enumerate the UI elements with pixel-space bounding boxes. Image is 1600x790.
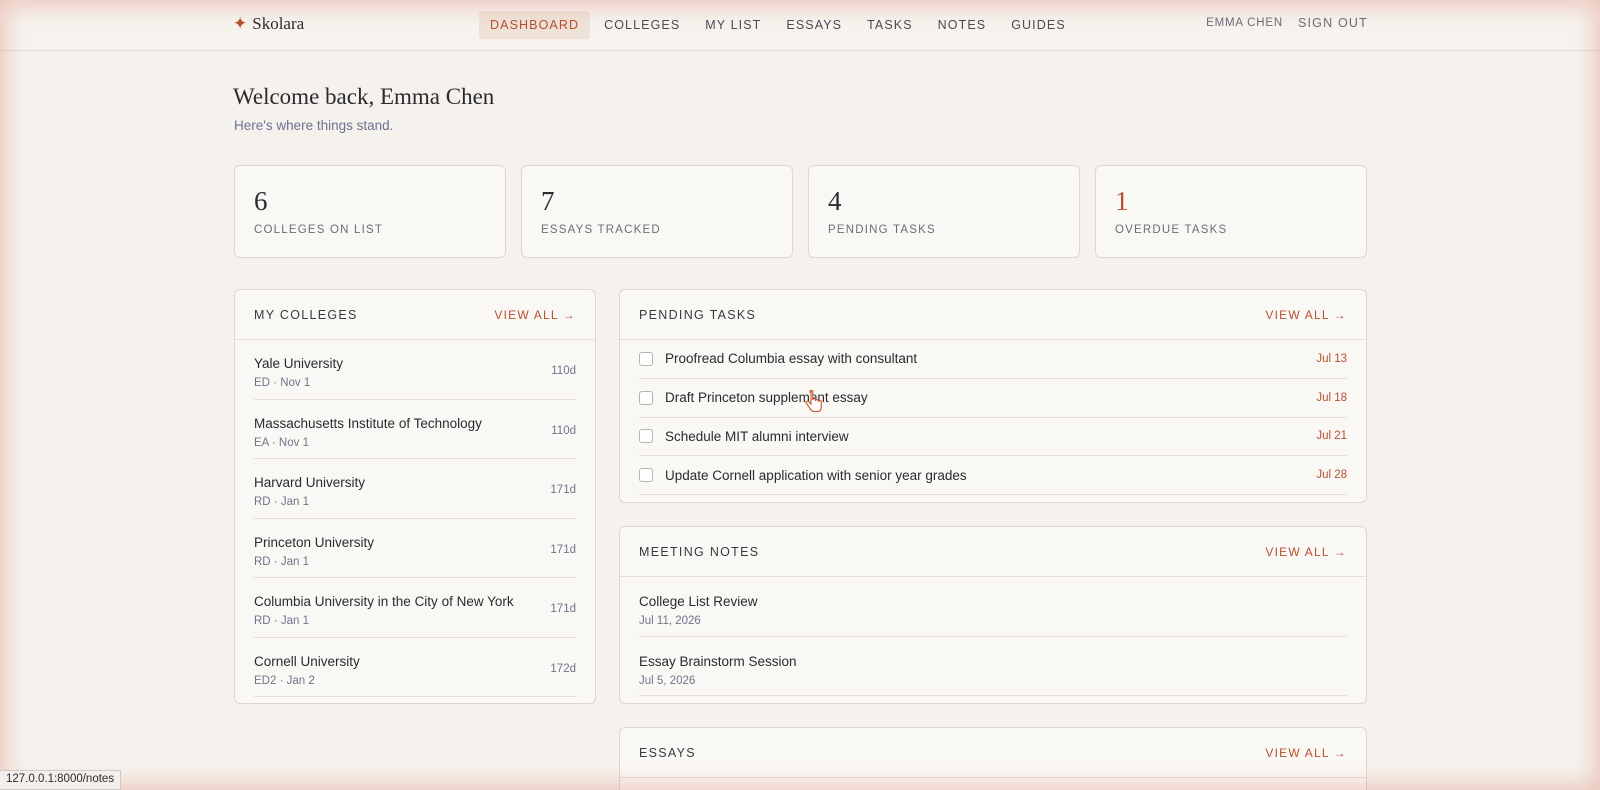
top-navigation: ✦ Skolara DASHBOARD COLLEGES MY LIST ESS… — [0, 0, 1600, 51]
panel-title: PENDING TASKS — [639, 307, 757, 322]
status-bar-url: 127.0.0.1:8000/notes — [0, 770, 122, 790]
nav-tasks[interactable]: TASKS — [856, 11, 924, 39]
brand-logo[interactable]: ✦ Skolara — [233, 14, 304, 34]
task-text[interactable]: Schedule MIT alumni interview — [665, 429, 849, 444]
task-item: Schedule MIT alumni interview Jul 21 — [639, 418, 1347, 457]
stat-value: 6 — [254, 186, 268, 216]
pending-tasks-panel: PENDING TASKS VIEW ALL → Proofread Colum… — [619, 289, 1367, 503]
note-date: Jul 11, 2026 — [639, 615, 701, 627]
stat-label: COLLEGES ON LIST — [254, 224, 384, 236]
panel-title: ESSAYS — [639, 745, 696, 760]
view-all-notes-link[interactable]: VIEW ALL → — [1265, 545, 1347, 559]
nav-dashboard[interactable]: DASHBOARD — [479, 11, 591, 39]
pointer-cursor-icon — [805, 390, 822, 413]
panel-header: ESSAYS VIEW ALL → — [620, 728, 1366, 778]
college-item[interactable]: Harvard University RD · Jan 1 171d — [254, 459, 576, 519]
task-due-date: Jul 28 — [1316, 469, 1347, 482]
panel-header: MY COLLEGES VIEW ALL → — [235, 290, 595, 340]
college-item[interactable]: Princeton University RD · Jan 1 171d — [254, 519, 576, 578]
college-item[interactable]: Yale University ED · Nov 1 110d — [254, 340, 576, 400]
panel-header: PENDING TASKS VIEW ALL → — [620, 290, 1366, 340]
my-colleges-panel: MY COLLEGES VIEW ALL → Yale University E… — [234, 289, 596, 704]
stat-card-pending-tasks: 4 PENDING TASKS — [808, 165, 1080, 258]
days-remaining: 171d — [550, 484, 576, 496]
nav-guides[interactable]: GUIDES — [1000, 11, 1077, 39]
panel-title: MEETING NOTES — [639, 544, 760, 559]
sparkle-icon: ✦ — [233, 14, 248, 33]
note-title: College List Review — [639, 594, 758, 609]
days-remaining: 110d — [551, 365, 576, 377]
nav-notes[interactable]: NOTES — [927, 11, 998, 39]
essays-panel: ESSAYS VIEW ALL → — [619, 727, 1367, 790]
college-item[interactable]: Cornell University ED2 · Jan 2 172d — [254, 638, 576, 697]
nav-my-list[interactable]: MY LIST — [694, 11, 772, 39]
days-remaining: 171d — [550, 543, 576, 556]
nav-user-area: EMMA CHEN SIGN OUT — [1206, 16, 1368, 30]
task-checkbox[interactable] — [639, 468, 653, 483]
college-deadline: ED2 · Jan 2 — [254, 674, 315, 687]
task-checkbox[interactable] — [639, 390, 653, 405]
stat-card-essays: 7 ESSAYS TRACKED — [521, 165, 793, 258]
view-all-essays-link[interactable]: VIEW ALL → — [1265, 746, 1347, 760]
task-checkbox[interactable] — [639, 351, 653, 366]
nav-links: DASHBOARD COLLEGES MY LIST ESSAYS TASKS … — [479, 11, 1080, 39]
college-name: Columbia University in the City of New Y… — [254, 594, 514, 609]
stat-label: ESSAYS TRACKED — [541, 224, 661, 236]
college-deadline: ED · Nov 1 — [254, 377, 311, 389]
stat-card-colleges: 6 COLLEGES ON LIST — [234, 165, 506, 258]
college-item[interactable]: Massachusetts Institute of Technology EA… — [254, 400, 576, 459]
view-all-colleges-link[interactable]: VIEW ALL → — [494, 308, 576, 322]
note-item[interactable]: Essay Brainstorm Session Jul 5, 2026 — [639, 637, 1347, 696]
college-name: Harvard University — [254, 475, 366, 490]
meeting-notes-panel: MEETING NOTES VIEW ALL → College List Re… — [619, 526, 1367, 704]
college-item[interactable]: Columbia University in the City of New Y… — [254, 578, 576, 638]
panel-header: MEETING NOTES VIEW ALL → — [620, 527, 1366, 577]
task-item: Proofread Columbia essay with consultant… — [639, 340, 1347, 379]
task-checkbox[interactable] — [639, 429, 653, 444]
user-name: EMMA CHEN — [1206, 17, 1283, 29]
note-date: Jul 5, 2026 — [639, 674, 696, 687]
stat-value: 7 — [541, 186, 555, 216]
panel-title: MY COLLEGES — [254, 307, 358, 322]
note-item[interactable]: College List Review Jul 11, 2026 — [639, 577, 1347, 637]
nav-colleges[interactable]: COLLEGES — [593, 11, 691, 39]
nav-essays[interactable]: ESSAYS — [775, 11, 853, 39]
task-text[interactable]: Update Cornell application with senior y… — [665, 468, 967, 483]
college-deadline: RD · Jan 1 — [254, 555, 309, 568]
days-remaining: 172d — [550, 662, 576, 675]
college-deadline: EA · Nov 1 — [254, 436, 309, 449]
note-title: Essay Brainstorm Session — [639, 653, 797, 669]
task-due-date: Jul 21 — [1316, 430, 1347, 443]
stat-label: OVERDUE TASKS — [1115, 224, 1228, 236]
task-item: Draft Princeton supplement essay Jul 18 — [639, 379, 1347, 418]
stat-value: 1 — [1115, 186, 1129, 216]
task-item: Update Cornell application with senior y… — [639, 456, 1347, 495]
brand-name: Skolara — [252, 14, 305, 33]
college-name: Massachusetts Institute of Technology — [254, 415, 482, 431]
college-name: Yale University — [254, 356, 344, 371]
view-all-tasks-link[interactable]: VIEW ALL → — [1265, 308, 1347, 322]
college-deadline: RD · Jan 1 — [254, 615, 309, 627]
task-text[interactable]: Draft Princeton supplement essay — [665, 390, 868, 405]
stat-label: PENDING TASKS — [828, 224, 936, 236]
stat-value: 4 — [828, 186, 842, 216]
page-title: Welcome back, Emma Chen — [233, 84, 495, 109]
page-subtitle: Here's where things stand. — [234, 118, 394, 133]
task-text[interactable]: Proofread Columbia essay with consultant — [665, 351, 917, 366]
college-deadline: RD · Jan 1 — [254, 496, 309, 508]
task-due-date: Jul 13 — [1316, 352, 1347, 365]
days-remaining: 110d — [551, 424, 576, 437]
task-due-date: Jul 18 — [1316, 391, 1347, 404]
stat-card-overdue-tasks: 1 OVERDUE TASKS — [1095, 165, 1367, 258]
sign-out-link[interactable]: SIGN OUT — [1298, 16, 1368, 30]
college-name: Princeton University — [254, 534, 375, 550]
days-remaining: 171d — [550, 603, 576, 615]
college-name: Cornell University — [254, 653, 360, 669]
